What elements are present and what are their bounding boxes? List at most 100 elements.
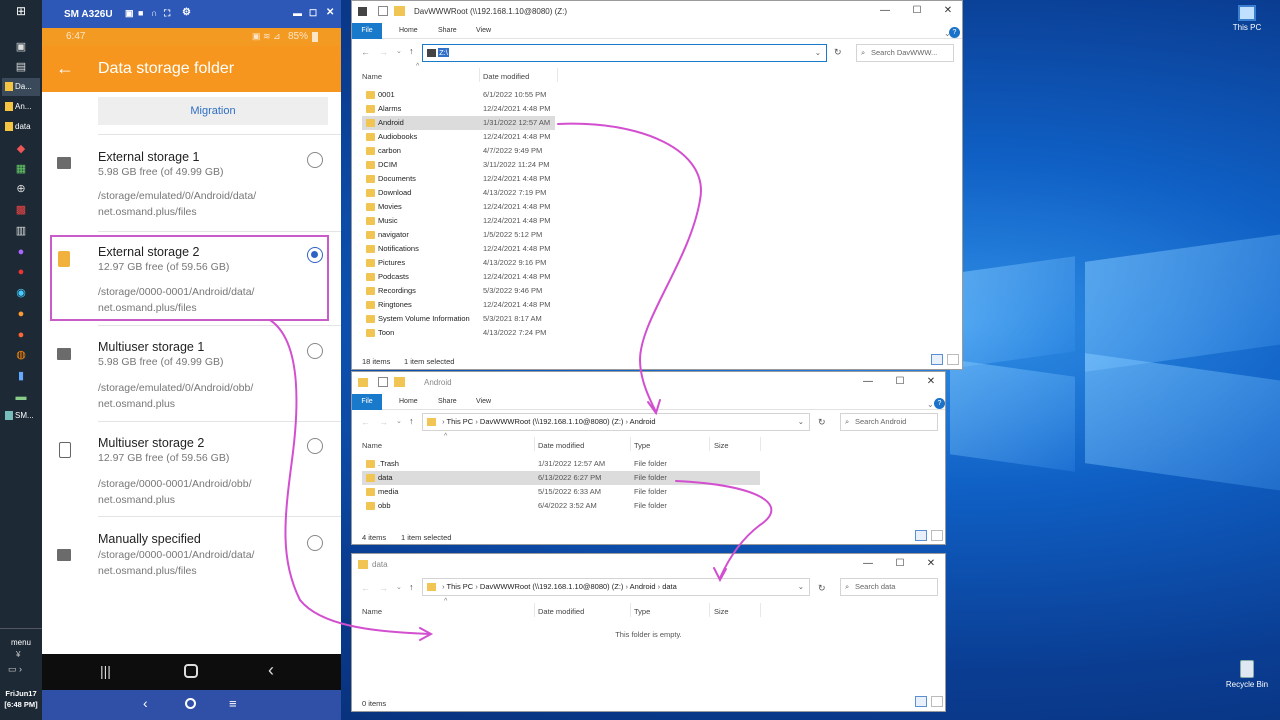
list-item[interactable]: Ringtones 12/24/2021 4:48 PM bbox=[362, 298, 555, 312]
large-icons-view-icon[interactable] bbox=[947, 354, 959, 365]
start-icon[interactable]: ⊞ bbox=[12, 4, 30, 18]
app-icon[interactable]: ● bbox=[12, 245, 30, 259]
column-separator[interactable] bbox=[760, 603, 761, 617]
column-header-size[interactable]: Size bbox=[714, 441, 729, 450]
radio-button[interactable] bbox=[307, 343, 323, 359]
list-item[interactable]: Movies 12/24/2021 4:48 PM bbox=[362, 200, 555, 214]
details-view-icon[interactable] bbox=[931, 354, 943, 365]
column-header-date[interactable]: Date modified bbox=[538, 441, 584, 450]
tab-file[interactable]: File bbox=[352, 394, 382, 410]
search-input[interactable]: ⌕ Search data bbox=[840, 578, 938, 596]
list-item[interactable]: 0001 6/1/2022 10:55 PM bbox=[362, 88, 555, 102]
maximize-icon[interactable]: ☐ bbox=[892, 376, 908, 390]
app-icon[interactable]: ▥ bbox=[12, 224, 30, 238]
column-header-name[interactable]: Name bbox=[362, 607, 382, 616]
back-icon[interactable]: ‹ bbox=[268, 660, 274, 681]
column-separator[interactable] bbox=[709, 437, 710, 451]
app-icon[interactable]: ▦ bbox=[12, 162, 30, 176]
help-icon[interactable]: ? bbox=[949, 27, 960, 38]
tab-view[interactable]: View bbox=[476, 398, 491, 405]
back-arrow-icon[interactable]: ← bbox=[361, 417, 370, 427]
large-icons-view-icon[interactable] bbox=[931, 696, 943, 707]
properties-icon[interactable] bbox=[378, 6, 388, 16]
list-item[interactable]: obb 6/4/2022 3:52 AM File folder bbox=[362, 499, 760, 513]
app-icon[interactable]: ● bbox=[12, 328, 30, 342]
video-icon[interactable]: ■ bbox=[138, 8, 143, 18]
list-item[interactable]: Download 4/13/2022 7:19 PM bbox=[362, 186, 555, 200]
radio-button[interactable] bbox=[307, 152, 323, 168]
list-item[interactable]: carbon 4/7/2022 9:49 PM bbox=[362, 144, 555, 158]
chevron-down-icon[interactable]: ⌄ bbox=[396, 583, 402, 591]
tab-view[interactable]: View bbox=[476, 27, 491, 34]
new-folder-icon[interactable] bbox=[394, 6, 405, 16]
column-header-size[interactable]: Size bbox=[714, 607, 729, 616]
menu-icon[interactable]: ≡ bbox=[229, 696, 237, 711]
list-item[interactable]: Android 1/31/2022 12:57 AM bbox=[362, 116, 555, 130]
storage-option-external-1[interactable]: External storage 1 5.98 GB free (of 49.9… bbox=[42, 135, 341, 230]
list-item[interactable]: Toon 4/13/2022 7:24 PM bbox=[362, 326, 555, 340]
up-arrow-icon[interactable]: ↑ bbox=[409, 46, 414, 56]
app-icon[interactable]: ◉ bbox=[12, 286, 30, 300]
column-separator[interactable] bbox=[630, 603, 631, 617]
column-separator[interactable] bbox=[534, 437, 535, 451]
storage-option-manual[interactable]: Manually specified /storage/0000-0001/An… bbox=[42, 517, 341, 587]
breadcrumb[interactable]: DavWWWRoot (\\192.168.1.10@8080) (Z:) bbox=[480, 582, 624, 591]
headset-icon[interactable]: ∩ bbox=[151, 8, 158, 18]
column-header-type[interactable]: Type bbox=[634, 441, 650, 450]
app-icon[interactable]: ▮ bbox=[12, 369, 30, 383]
home-icon[interactable] bbox=[184, 664, 198, 678]
radio-button[interactable] bbox=[307, 438, 323, 454]
column-separator[interactable] bbox=[709, 603, 710, 617]
app-icon[interactable]: ▬ bbox=[12, 390, 30, 404]
camera-icon[interactable]: ▣ bbox=[125, 8, 134, 19]
tab-share[interactable]: Share bbox=[438, 398, 457, 405]
breadcrumb[interactable]: Android bbox=[630, 417, 656, 426]
forward-arrow-icon[interactable]: → bbox=[379, 583, 388, 593]
maximize-icon[interactable]: ☐ bbox=[892, 558, 908, 572]
chevron-down-icon[interactable]: ¥ bbox=[16, 650, 20, 659]
forward-arrow-icon[interactable]: → bbox=[379, 417, 388, 427]
storage-option-multiuser-2[interactable]: Multiuser storage 2 12.97 GB free (of 59… bbox=[42, 422, 341, 517]
list-item[interactable]: Recordings 5/3/2022 9:46 PM bbox=[362, 284, 555, 298]
list-item[interactable]: Audiobooks 12/24/2021 4:48 PM bbox=[362, 130, 555, 144]
storage-option-external-2[interactable]: External storage 2 12.97 GB free (of 59.… bbox=[42, 233, 341, 323]
search-input[interactable]: ⌕ Search DavWWW... bbox=[856, 44, 954, 62]
address-bar[interactable]: Z:\ ⌄ bbox=[422, 44, 827, 62]
search-input[interactable]: ⌕ Search Android bbox=[840, 413, 938, 431]
column-separator[interactable] bbox=[534, 603, 535, 617]
column-header-name[interactable]: Name bbox=[362, 72, 382, 81]
breadcrumb[interactable]: DavWWWRoot (\\192.168.1.10@8080) (Z:) bbox=[480, 417, 624, 426]
desktop-icon-this-pc[interactable]: This PC bbox=[1222, 5, 1272, 32]
new-folder-icon[interactable] bbox=[394, 377, 405, 387]
minimize-icon[interactable]: — bbox=[877, 5, 893, 19]
migration-button[interactable]: Migration bbox=[98, 97, 328, 125]
chevron-down-icon[interactable]: ⌄ bbox=[798, 579, 804, 595]
up-arrow-icon[interactable]: ↑ bbox=[409, 416, 414, 426]
refresh-icon[interactable]: ↻ bbox=[818, 417, 826, 428]
column-separator[interactable] bbox=[760, 437, 761, 451]
forward-arrow-icon[interactable]: → bbox=[379, 47, 388, 57]
column-separator[interactable] bbox=[557, 68, 558, 82]
minimize-icon[interactable]: — bbox=[860, 558, 876, 572]
app-icon[interactable]: ▩ bbox=[12, 203, 30, 217]
list-item[interactable]: Alarms 12/24/2021 4:48 PM bbox=[362, 102, 555, 116]
breadcrumb[interactable]: This PC bbox=[447, 582, 474, 591]
app-icon[interactable]: ◆ bbox=[12, 142, 30, 156]
list-item[interactable]: Notifications 12/24/2021 4:48 PM bbox=[362, 242, 555, 256]
close-icon[interactable]: ✕ bbox=[326, 7, 334, 18]
app-icon[interactable]: ● bbox=[12, 307, 30, 321]
details-view-icon[interactable] bbox=[915, 696, 927, 707]
recent-apps-icon[interactable]: ||| bbox=[100, 663, 111, 679]
details-view-icon[interactable] bbox=[915, 530, 927, 541]
back-arrow-icon[interactable]: ← bbox=[361, 583, 370, 593]
radio-button[interactable] bbox=[307, 535, 323, 551]
list-item[interactable]: System Volume Information 5/3/2021 8:17 A… bbox=[362, 312, 555, 326]
minimize-icon[interactable]: ▬ bbox=[293, 8, 302, 18]
back-icon[interactable]: ‹ bbox=[143, 695, 148, 711]
menu-label[interactable]: menu bbox=[0, 638, 42, 647]
properties-icon[interactable] bbox=[378, 377, 388, 387]
column-separator[interactable] bbox=[479, 68, 480, 82]
app-icon[interactable]: ▤ bbox=[12, 60, 30, 74]
list-item[interactable]: .Trash 1/31/2022 12:57 AM File folder bbox=[362, 457, 760, 471]
taskbar-app-davwwwroot[interactable]: Da... bbox=[2, 78, 40, 96]
